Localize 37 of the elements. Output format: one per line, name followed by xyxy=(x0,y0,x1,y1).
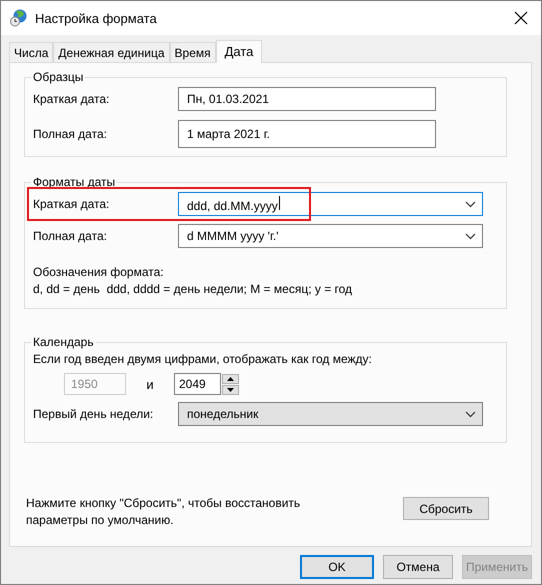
conjunction-text: и xyxy=(146,376,154,392)
dialog-button[interactable]: OK xyxy=(300,555,374,579)
notation-title: Обозначения формата: xyxy=(33,264,165,281)
reset-button[interactable]: Сбросить xyxy=(403,497,489,520)
chevron-down-icon xyxy=(465,200,476,208)
tab[interactable]: Денежная единица xyxy=(53,42,170,62)
field-label: Краткая дата: xyxy=(33,197,110,211)
spin-down-button[interactable] xyxy=(222,384,239,394)
reset-hint-text: Нажмите кнопку "Сбросить", чтобы восстановить параметры по умолчанию. xyxy=(26,495,302,529)
tab[interactable]: Числа xyxy=(9,42,54,62)
field-label: Краткая дата: xyxy=(33,92,110,106)
arrow-down-icon xyxy=(227,388,234,392)
group-title: Образцы xyxy=(32,70,84,84)
chevron-down-icon xyxy=(465,410,476,418)
format-combo-box[interactable]: d MMMM yyyy 'г.' xyxy=(178,224,483,248)
close-icon xyxy=(514,11,528,25)
tab[interactable]: Дата xyxy=(216,40,262,63)
field-label: Полная дата: xyxy=(33,127,108,141)
notation-text: d, dd = день ddd, dddd = день недели; M = месяц; y = год xyxy=(33,281,354,298)
year-spin-field[interactable]: 2049 xyxy=(174,373,221,395)
arrow-up-icon xyxy=(227,376,234,380)
format-combo-box[interactable]: ddd, dd.MM.yyyy xyxy=(178,192,483,216)
tab[interactable]: Время xyxy=(170,42,216,62)
sample-field: 1 марта 2021 г. xyxy=(178,120,436,148)
window-title: Настройка формата xyxy=(35,10,158,26)
sample-field: Пн, 01.03.2021 xyxy=(178,87,436,111)
dialog-button[interactable]: Отмена xyxy=(383,555,453,579)
chevron-down-icon xyxy=(465,232,476,240)
description-text: Если год введен двумя цифрами, отображать как год между: xyxy=(33,352,373,366)
field-label: Полная дата: xyxy=(33,229,108,243)
spin-up-button[interactable] xyxy=(222,374,239,384)
globe-clock-icon xyxy=(10,9,28,27)
group-title: Календарь xyxy=(32,335,95,349)
text-cursor xyxy=(278,196,280,210)
first-day-dropdown[interactable]: понедельник xyxy=(178,402,483,426)
group-title: Форматы даты xyxy=(32,175,116,189)
field-label: Первый день недели: xyxy=(33,407,154,421)
